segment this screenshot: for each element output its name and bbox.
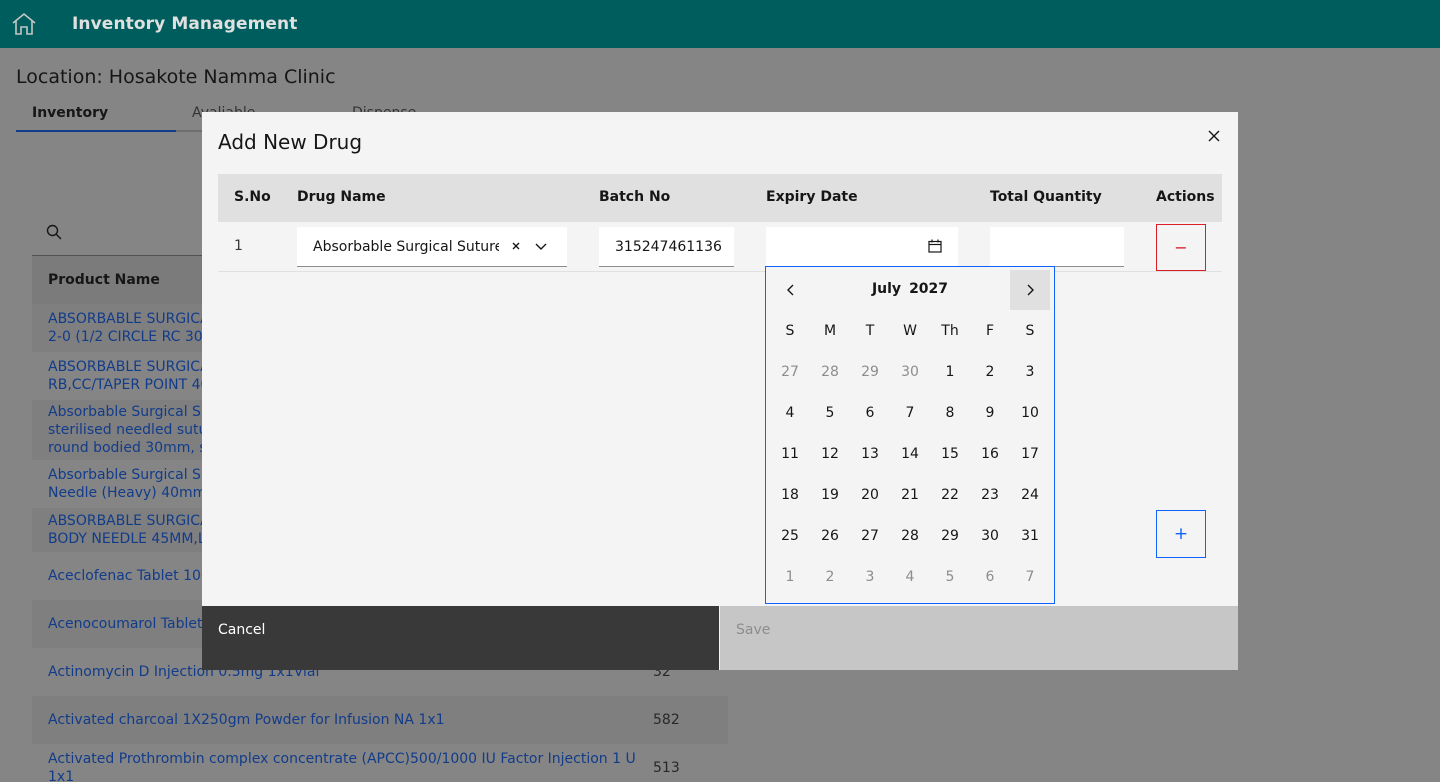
calendar-day[interactable]: 1 xyxy=(770,556,810,597)
calendar-day[interactable]: 6 xyxy=(970,556,1010,597)
calendar-day[interactable]: 21 xyxy=(890,474,930,515)
weekday-label: Th xyxy=(941,323,959,339)
calendar-day[interactable]: 20 xyxy=(850,474,890,515)
calendar-day[interactable]: 15 xyxy=(930,433,970,474)
add-row-button[interactable]: + xyxy=(1156,510,1206,558)
home-icon xyxy=(12,12,36,35)
calendar-day[interactable]: 5 xyxy=(810,392,850,433)
col-batch-no: Batch No xyxy=(599,189,671,205)
calendar-icon xyxy=(928,239,942,253)
weekday-label: T xyxy=(865,323,875,339)
weekday-label: M xyxy=(823,323,837,339)
calendar-day[interactable]: 28 xyxy=(810,351,850,392)
calendar-day[interactable]: 11 xyxy=(770,433,810,474)
weekday-label: F xyxy=(985,323,995,339)
calendar-day[interactable]: 29 xyxy=(930,515,970,556)
drug-name-combobox[interactable]: Absorbable Surgical Suture Absorbable xyxy=(297,227,567,267)
calendar-day[interactable]: 23 xyxy=(970,474,1010,515)
calendar-day[interactable]: 4 xyxy=(890,556,930,597)
col-total-quantity: Total Quantity xyxy=(990,189,1102,205)
total-quantity-input[interactable] xyxy=(990,227,1124,267)
calendar-day[interactable]: 13 xyxy=(850,433,890,474)
calendar-day[interactable]: 30 xyxy=(890,351,930,392)
calendar-day[interactable]: 22 xyxy=(930,474,970,515)
add-drug-modal: Add New Drug S.No Drug Name Batch No Exp… xyxy=(202,112,1238,670)
chevron-right-icon xyxy=(1027,284,1034,296)
calendar-day[interactable]: 2 xyxy=(810,556,850,597)
calendar-day[interactable]: 7 xyxy=(1010,556,1050,597)
calendar-day[interactable]: 25 xyxy=(770,515,810,556)
dropdown-toggle[interactable] xyxy=(535,240,547,256)
weekday-label: W xyxy=(903,323,917,339)
app-title: Inventory Management xyxy=(72,14,298,34)
calendar-day[interactable]: 4 xyxy=(770,392,810,433)
home-button[interactable] xyxy=(0,0,48,48)
calendar-day[interactable]: 3 xyxy=(850,556,890,597)
calendar-toggle[interactable] xyxy=(928,239,942,257)
calendar-day[interactable]: 31 xyxy=(1010,515,1050,556)
col-drug-name: Drug Name xyxy=(297,189,386,205)
chevron-down-icon xyxy=(535,243,547,250)
calendar-day[interactable]: 27 xyxy=(850,515,890,556)
calendar-day[interactable]: 5 xyxy=(930,556,970,597)
calendar-day[interactable]: 29 xyxy=(850,351,890,392)
calendar-day[interactable]: 9 xyxy=(970,392,1010,433)
calendar-day[interactable]: 8 xyxy=(930,392,970,433)
calendar-day[interactable]: 1 xyxy=(930,351,970,392)
col-sno: S.No xyxy=(234,189,271,205)
clear-icon xyxy=(512,242,520,250)
calendar-day[interactable]: 7 xyxy=(890,392,930,433)
col-actions: Actions xyxy=(1156,189,1215,205)
calendar-day[interactable]: 27 xyxy=(770,351,810,392)
cancel-button[interactable]: Cancel xyxy=(202,606,719,670)
save-button[interactable]: Save xyxy=(720,606,1238,670)
calendar-day[interactable]: 10 xyxy=(1010,392,1050,433)
date-picker-calendar: July 2027 S M T W Th F S 27 28 29 30 1 2 3 4 5 6 7 8 9 10 11 12… xyxy=(765,266,1055,604)
calendar-year[interactable]: 2027 xyxy=(909,281,948,297)
weekday-label: S xyxy=(785,323,795,339)
calendar-day[interactable]: 16 xyxy=(970,433,1010,474)
calendar-day[interactable]: 30 xyxy=(970,515,1010,556)
modal-title: Add New Drug xyxy=(218,130,363,154)
calendar-day[interactable]: 12 xyxy=(810,433,850,474)
close-icon xyxy=(1208,130,1220,142)
drug-table-header: S.No Drug Name Batch No Expiry Date Tota… xyxy=(218,174,1222,222)
calendar-day[interactable]: 14 xyxy=(890,433,930,474)
weekday-label: S xyxy=(1025,323,1035,339)
calendar-day[interactable]: 24 xyxy=(1010,474,1050,515)
calendar-grid: S M T W Th F S 27 28 29 30 1 2 3 4 5 6 7 8 9 10 11 12 13 14 15 16 1… xyxy=(770,311,1050,597)
clear-selection-button[interactable] xyxy=(509,239,523,257)
calendar-day[interactable]: 26 xyxy=(810,515,850,556)
expiry-date-input[interactable] xyxy=(766,227,958,267)
remove-row-button[interactable]: − xyxy=(1156,224,1206,271)
calendar-day[interactable]: 28 xyxy=(890,515,930,556)
calendar-day[interactable]: 17 xyxy=(1010,433,1050,474)
batch-no-input[interactable]: 315247461136 xyxy=(599,227,734,267)
app-header: Inventory Management xyxy=(0,0,1440,48)
calendar-day[interactable]: 19 xyxy=(810,474,850,515)
calendar-month[interactable]: July xyxy=(872,281,901,297)
calendar-day[interactable]: 6 xyxy=(850,392,890,433)
drug-row: 1 Absorbable Surgical Suture Absorbable … xyxy=(218,222,1222,272)
drug-name-value: Absorbable Surgical Suture Absorbable xyxy=(313,238,499,255)
calendar-day[interactable]: 2 xyxy=(970,351,1010,392)
next-month-button[interactable] xyxy=(1010,270,1050,310)
row-sno: 1 xyxy=(234,238,243,254)
col-expiry-date: Expiry Date xyxy=(766,189,858,205)
calendar-day[interactable]: 18 xyxy=(770,474,810,515)
calendar-day[interactable]: 3 xyxy=(1010,351,1050,392)
close-button[interactable] xyxy=(1202,124,1226,148)
